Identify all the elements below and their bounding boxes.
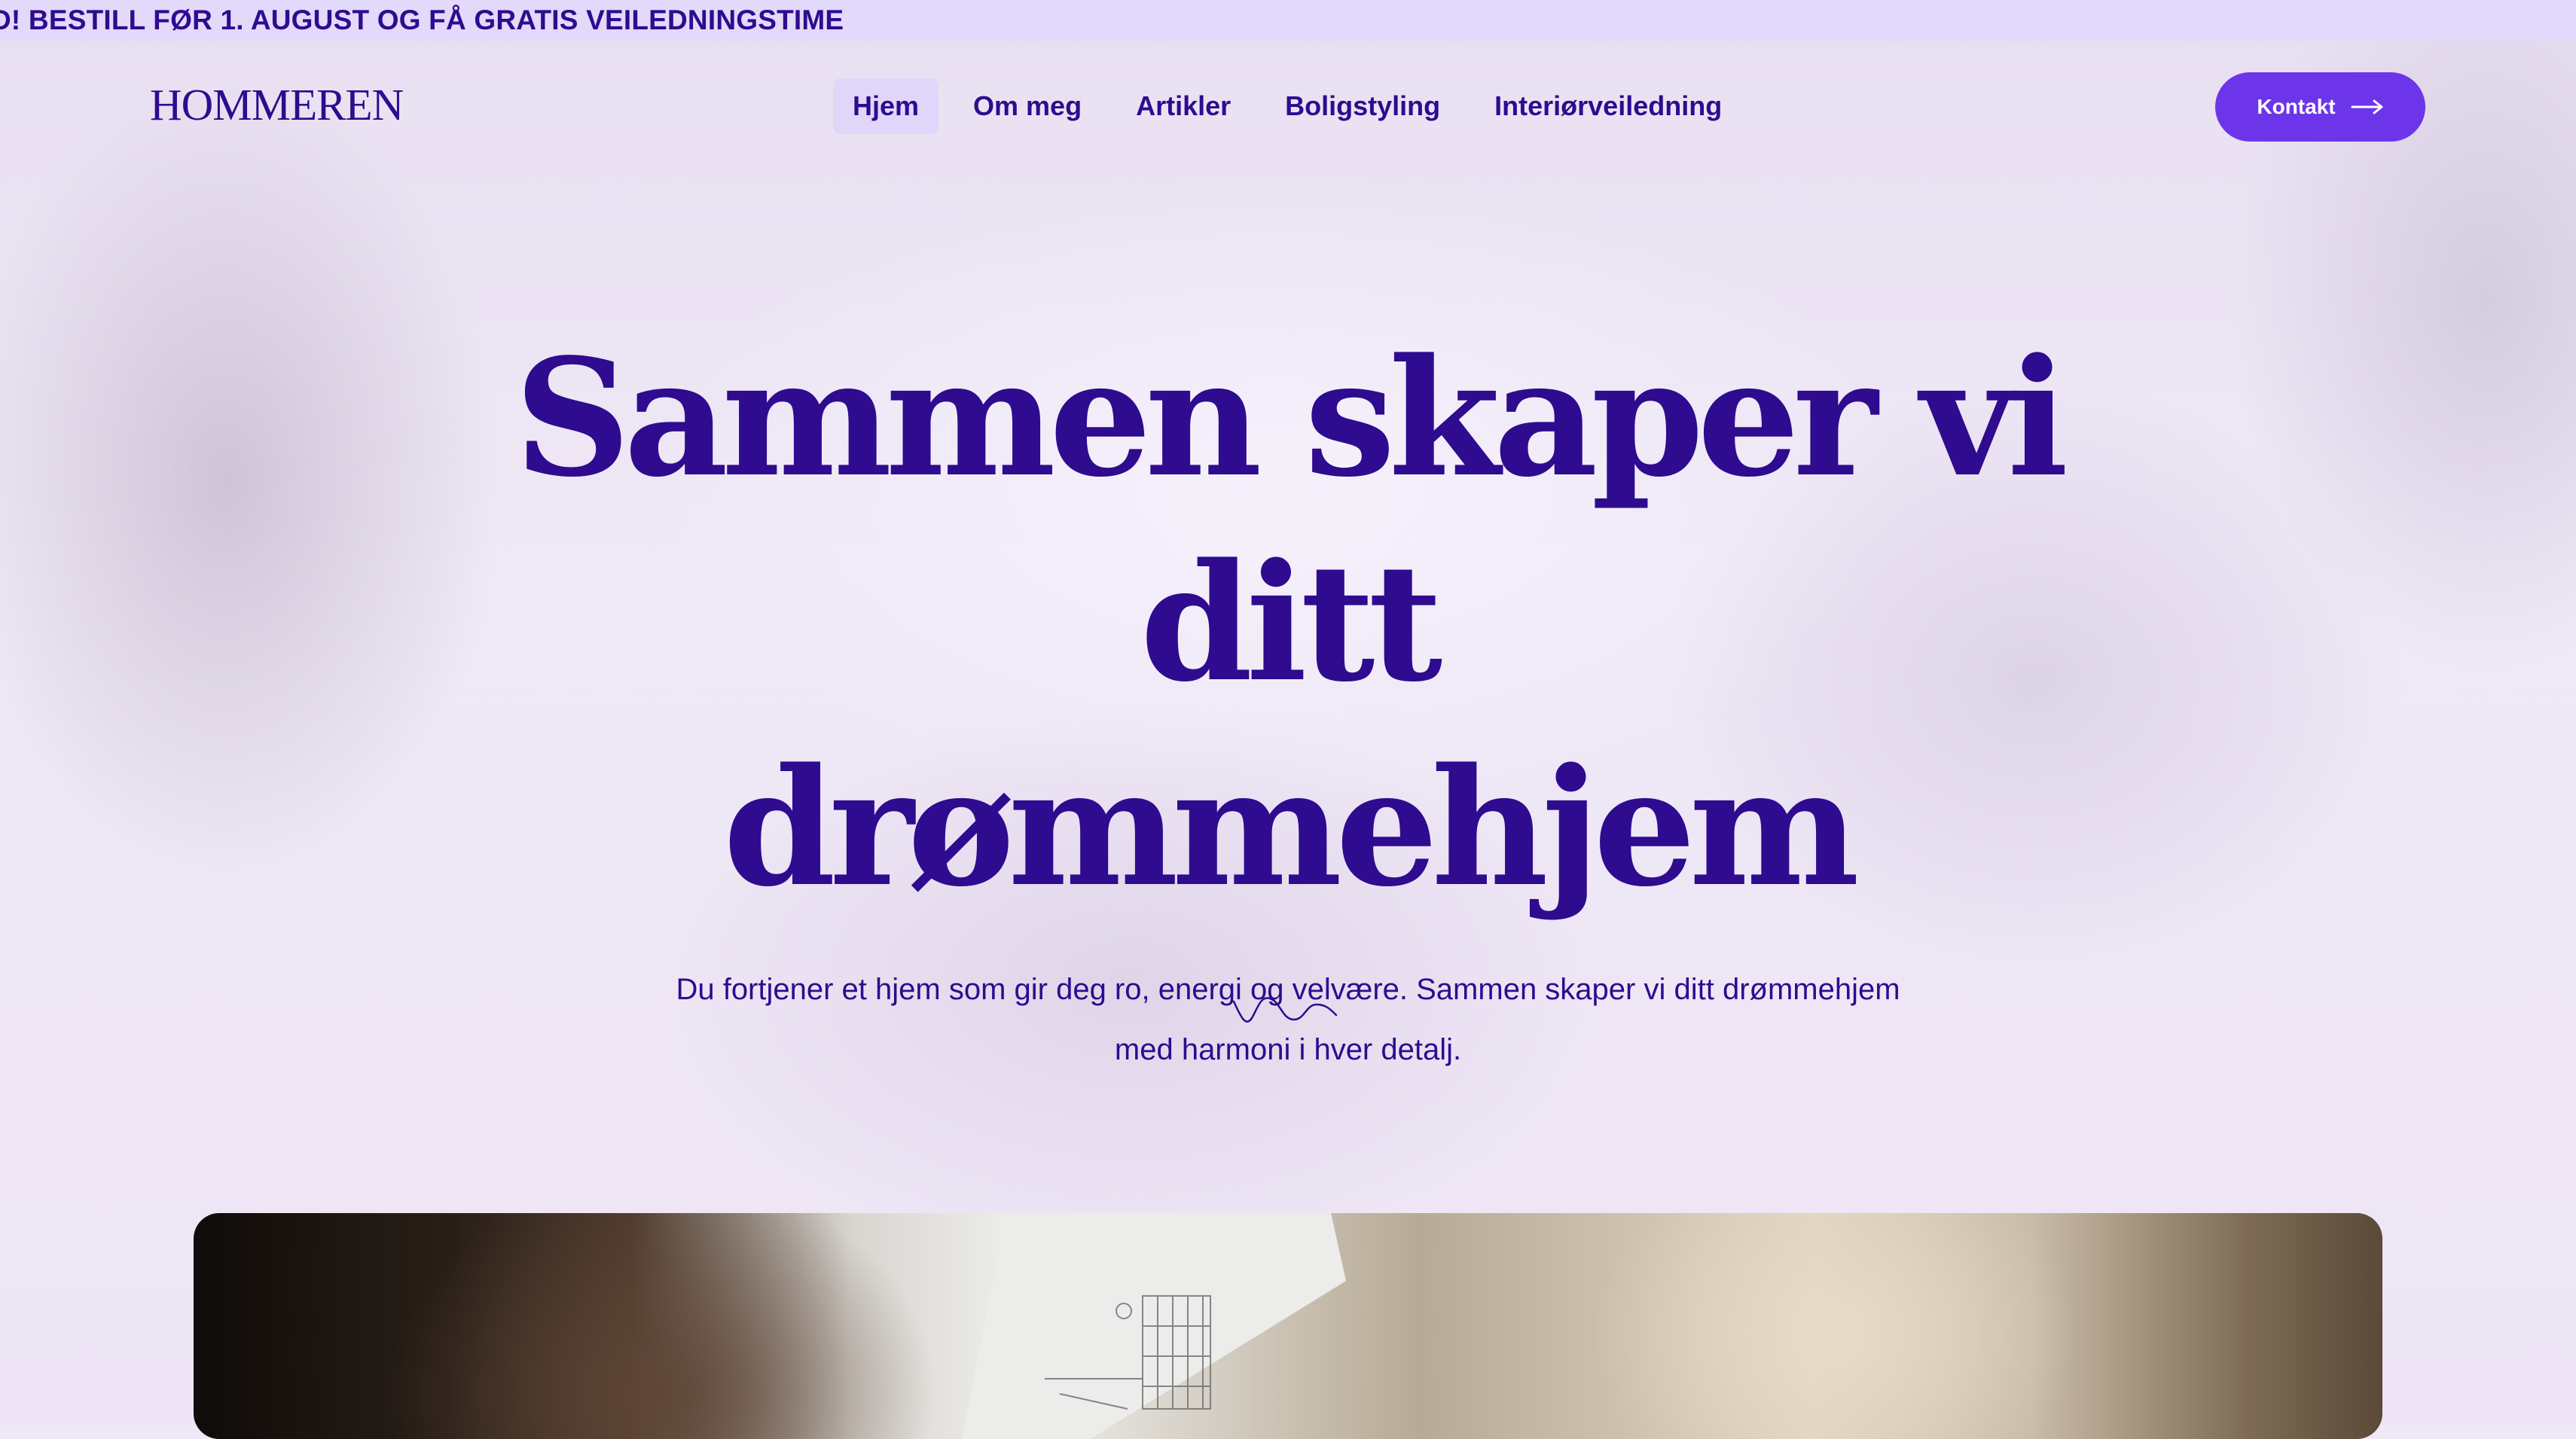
blueprint-sketch [962, 1213, 1346, 1439]
contact-button[interactable]: Kontakt [2215, 72, 2425, 142]
nav-item-hjem[interactable]: Hjem [833, 78, 939, 134]
announcement-text: D! BESTILL FØR 1. AUGUST OG FÅ GRATIS VE… [0, 5, 844, 35]
hero-title-line-2: drømmehjem [723, 733, 1860, 922]
nav-item-om-meg[interactable]: Om meg [954, 78, 1101, 134]
site-logo[interactable]: HOMMEREN [150, 78, 404, 131]
main-nav: Hjem Om meg Artikler Boligstyling Interi… [833, 78, 1757, 134]
nav-item-interiorveiledning[interactable]: Interiørveiledning [1475, 78, 1741, 134]
announcement-bar: D! BESTILL FØR 1. AUGUST OG FÅ GRATIS VE… [0, 0, 2576, 41]
site-header: HOMMEREN Hjem Om meg Artikler Boligstyli… [0, 41, 2576, 172]
hero-title-line-1: Sammen skaper vi ditt [514, 324, 2068, 718]
nav-item-boligstyling[interactable]: Boligstyling [1265, 78, 1460, 134]
squiggle-icon [1232, 992, 1339, 1029]
contact-button-label: Kontakt [2257, 95, 2336, 118]
hero-title: Sammen skaper vi ditt drømmehjem [459, 316, 2117, 931]
nav-item-artikler[interactable]: Artikler [1116, 78, 1250, 134]
hero-section: Sammen skaper vi ditt drømmehjem Du fort… [0, 316, 2576, 1080]
hero-subtitle-line-2: med harmoni i hver detalj. [1114, 1033, 1462, 1066]
hero-image [194, 1213, 2382, 1439]
arrow-right-icon [2351, 99, 2384, 115]
